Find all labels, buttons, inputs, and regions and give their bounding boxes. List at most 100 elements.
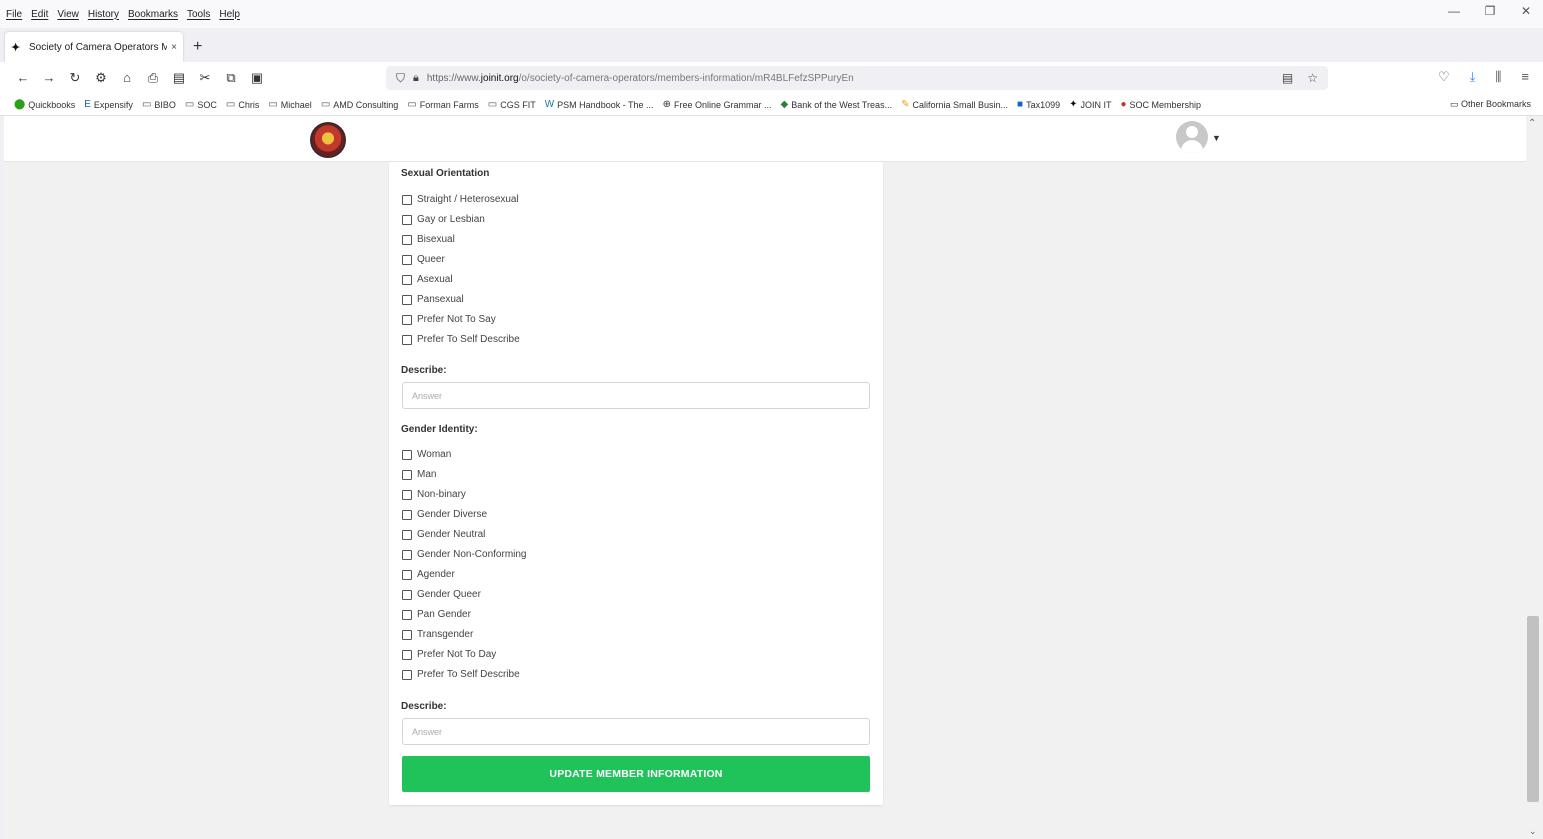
- bookmark-star-icon[interactable]: ☆: [1307, 71, 1318, 85]
- hamburger-menu-icon[interactable]: ≡: [1521, 69, 1529, 85]
- menu-tools[interactable]: Tools: [187, 9, 210, 20]
- orientation-checkbox[interactable]: [402, 314, 412, 325]
- gender-checkbox[interactable]: [402, 449, 412, 460]
- gender-option-transgender[interactable]: Transgender: [402, 629, 473, 640]
- chevron-down-icon[interactable]: ▼: [1212, 133, 1221, 143]
- bookmark-expensify[interactable]: E Expensify: [84, 99, 133, 110]
- tracking-shield-icon[interactable]: ⛉: [396, 71, 405, 86]
- menu-edit[interactable]: Edit: [31, 9, 48, 20]
- orientation-option-prefer-not-to-say[interactable]: Prefer Not To Say: [402, 314, 496, 325]
- downloads-icon[interactable]: ⤓: [1470, 69, 1476, 85]
- orientation-option-gay-or-lesbian[interactable]: Gay or Lesbian: [402, 214, 485, 225]
- print-icon[interactable]: ⎙: [140, 70, 166, 86]
- minimize-icon[interactable]: —: [1447, 4, 1461, 18]
- orientation-checkbox[interactable]: [402, 214, 412, 225]
- menu-file[interactable]: File: [6, 9, 22, 20]
- bookmark-soc[interactable]: ▭ SOC: [185, 99, 217, 110]
- gender-checkbox[interactable]: [402, 569, 412, 580]
- bookmark-bibo[interactable]: ▭ BIBO: [142, 99, 176, 110]
- orientation-checkbox[interactable]: [402, 274, 412, 285]
- bookmark-psm-handbook-the[interactable]: W PSM Handbook - The ...: [545, 99, 654, 110]
- gender-option-gender-neutral[interactable]: Gender Neutral: [402, 529, 485, 540]
- lock-icon[interactable]: 🔒︎: [413, 72, 419, 85]
- library-icon[interactable]: ⫼: [1495, 69, 1501, 85]
- gender-option-non-binary[interactable]: Non-binary: [402, 489, 466, 500]
- bookmark-label: Bank of the West Treas...: [791, 99, 893, 110]
- save-page-icon[interactable]: ▤: [166, 70, 192, 86]
- cut-icon[interactable]: ✂: [192, 70, 218, 86]
- back-icon[interactable]: ←: [10, 70, 36, 86]
- tab-society-of-camera-operators[interactable]: ✦ Society of Camera Operators M ×: [5, 32, 183, 62]
- bookmark-michael[interactable]: ▭ Michael: [268, 99, 311, 110]
- other-bookmarks[interactable]: ▭ Other Bookmarks: [1450, 99, 1531, 110]
- orientation-option-label: Prefer To Self Describe: [417, 334, 520, 345]
- bookmark-quickbooks[interactable]: ⬤ Quickbooks: [14, 99, 75, 110]
- tab-close-icon[interactable]: ×: [171, 42, 177, 53]
- gender-checkbox[interactable]: [402, 589, 412, 600]
- menu-bookmarks[interactable]: Bookmarks: [128, 9, 178, 20]
- menu-view[interactable]: View: [57, 9, 79, 20]
- describe-gender-input[interactable]: [402, 718, 870, 745]
- bookmark-free-online-grammar[interactable]: ⊕ Free Online Grammar ...: [663, 99, 772, 110]
- orientation-checkbox[interactable]: [402, 334, 412, 345]
- settings-gear-icon[interactable]: ⚙: [88, 70, 114, 86]
- orientation-checkbox[interactable]: [402, 194, 412, 205]
- gender-checkbox[interactable]: [402, 669, 412, 680]
- new-tab-button[interactable]: +: [193, 38, 202, 56]
- pocket-icon[interactable]: ♡: [1438, 69, 1450, 85]
- close-window-icon[interactable]: ✕: [1519, 4, 1533, 18]
- gender-checkbox[interactable]: [402, 509, 412, 520]
- address-bar[interactable]: ⛉ 🔒︎ https://www. joinit.org/o/society-of…: [386, 66, 1328, 90]
- gender-checkbox[interactable]: [402, 529, 412, 540]
- update-member-information-button[interactable]: UPDATE MEMBER INFORMATION: [402, 756, 870, 792]
- describe-orientation-input[interactable]: [402, 382, 870, 409]
- bookmark-soc-membership[interactable]: ● SOC Membership: [1120, 99, 1201, 110]
- scrollbar-thumb[interactable]: [1527, 616, 1539, 802]
- orientation-option-pansexual[interactable]: Pansexual: [402, 294, 464, 305]
- gender-checkbox[interactable]: [402, 489, 412, 500]
- home-icon[interactable]: ⌂: [114, 70, 140, 86]
- bookmark-california-small-busin[interactable]: ✎ California Small Busin...: [901, 99, 1008, 110]
- gender-option-agender[interactable]: Agender: [402, 569, 455, 580]
- orientation-option-queer[interactable]: Queer: [402, 254, 445, 265]
- gender-option-woman[interactable]: Woman: [402, 449, 451, 460]
- gender-option-gender-non-conforming[interactable]: Gender Non-Conforming: [402, 549, 527, 560]
- bookmark-amd-consulting[interactable]: ▭ AMD Consulting: [321, 99, 398, 110]
- gender-option-prefer-not-to-day[interactable]: Prefer Not To Day: [402, 649, 496, 660]
- reload-icon[interactable]: ↻: [62, 70, 88, 86]
- orientation-option-straight-heterosexual[interactable]: Straight / Heterosexual: [402, 194, 519, 205]
- bookmark-chris[interactable]: ▭ Chris: [226, 99, 259, 110]
- bookmark-join-it[interactable]: ✦ JOIN IT: [1069, 99, 1111, 110]
- reader-view-icon[interactable]: ▤: [1282, 71, 1293, 85]
- paste-icon[interactable]: ▣: [244, 70, 270, 86]
- orientation-checkbox[interactable]: [402, 254, 412, 265]
- gender-checkbox[interactable]: [402, 469, 412, 480]
- gender-checkbox[interactable]: [402, 629, 412, 640]
- scroll-down-icon[interactable]: ⌄: [1529, 826, 1537, 837]
- bookmark-forman-farms[interactable]: ▭ Forman Farms: [407, 99, 478, 110]
- gender-checkbox[interactable]: [402, 609, 412, 620]
- orientation-option-bisexual[interactable]: Bisexual: [402, 234, 455, 245]
- copy-icon[interactable]: ⧉: [218, 70, 244, 86]
- menu-help[interactable]: Help: [219, 9, 240, 20]
- gender-option-gender-queer[interactable]: Gender Queer: [402, 589, 481, 600]
- bookmark-bank-of-the-west-treas[interactable]: ◆ Bank of the West Treas...: [780, 99, 892, 110]
- bookmark-tax1099[interactable]: ■ Tax1099: [1017, 99, 1060, 110]
- gender-option-gender-diverse[interactable]: Gender Diverse: [402, 509, 487, 520]
- bookmark-cgs-fit[interactable]: ▭ CGS FIT: [488, 99, 536, 110]
- soc-logo[interactable]: [310, 122, 346, 158]
- restore-icon[interactable]: ❐: [1483, 4, 1497, 18]
- gender-checkbox[interactable]: [402, 649, 412, 660]
- user-avatar-icon[interactable]: [1176, 121, 1208, 153]
- orientation-checkbox[interactable]: [402, 294, 412, 305]
- gender-checkbox[interactable]: [402, 549, 412, 560]
- orientation-checkbox[interactable]: [402, 234, 412, 245]
- forward-icon[interactable]: →: [36, 70, 62, 86]
- menu-history[interactable]: History: [88, 9, 119, 20]
- orientation-option-asexual[interactable]: Asexual: [402, 274, 453, 285]
- gender-option-man[interactable]: Man: [402, 469, 436, 480]
- gender-option-pan-gender[interactable]: Pan Gender: [402, 609, 471, 620]
- gender-option-prefer-to-self-describe[interactable]: Prefer To Self Describe: [402, 669, 520, 680]
- orientation-option-prefer-to-self-describe[interactable]: Prefer To Self Describe: [402, 334, 520, 345]
- scroll-up-icon[interactable]: ⌃: [1528, 118, 1536, 129]
